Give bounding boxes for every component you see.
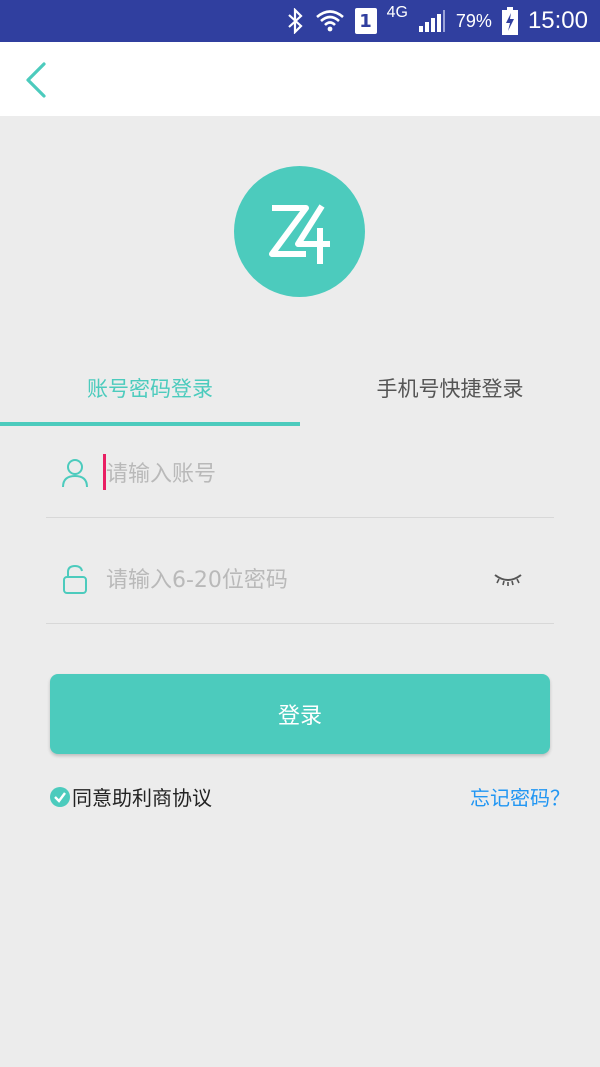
- login-button-label: 登录: [277, 704, 322, 729]
- network-type: 4G: [386, 4, 408, 21]
- lock-icon: [60, 563, 90, 595]
- status-icons: 1 4G 79% 15:00: [287, 0, 588, 42]
- signal-icon: [418, 9, 446, 33]
- tab-label: 账号密码登录: [87, 377, 213, 401]
- user-icon: [60, 457, 90, 489]
- forgot-password-link[interactable]: 忘记密码？: [470, 782, 570, 811]
- battery-percent: 79%: [455, 10, 492, 31]
- back-button[interactable]: [16, 56, 60, 102]
- password-input[interactable]: [104, 559, 488, 601]
- account-field: [46, 427, 554, 518]
- tab-account-password[interactable]: 账号密码登录: [0, 352, 300, 424]
- status-bar: 1 4G 79% 15:00: [0, 0, 600, 42]
- tab-phone-quick-login[interactable]: 手机号快捷登录: [300, 352, 600, 424]
- battery-icon: [501, 7, 518, 35]
- sim-icon: 1: [354, 8, 377, 34]
- chevron-left-icon: [26, 62, 46, 98]
- check-icon: [50, 786, 70, 807]
- sim-number: 1: [359, 10, 372, 32]
- password-field: [46, 533, 554, 624]
- tab-active-indicator: [0, 422, 300, 426]
- app-logo: [234, 166, 365, 297]
- eye-closed-icon[interactable]: [492, 569, 524, 589]
- login-tabs: 账号密码登录 手机号快捷登录: [0, 352, 600, 428]
- agreement-label: 同意助利商协议: [72, 786, 212, 810]
- z4-logo-icon: [268, 203, 330, 264]
- wifi-icon: [315, 8, 345, 34]
- top-bar: [0, 42, 600, 116]
- tab-label: 手机号快捷登录: [376, 377, 524, 401]
- bluetooth-icon: [287, 8, 305, 34]
- login-button[interactable]: 登录: [50, 674, 550, 754]
- account-input[interactable]: [104, 453, 488, 495]
- clock: 15:00: [527, 7, 588, 34]
- agreement-checkbox[interactable]: 同意助利商协议: [50, 782, 212, 811]
- text-cursor: [103, 454, 106, 490]
